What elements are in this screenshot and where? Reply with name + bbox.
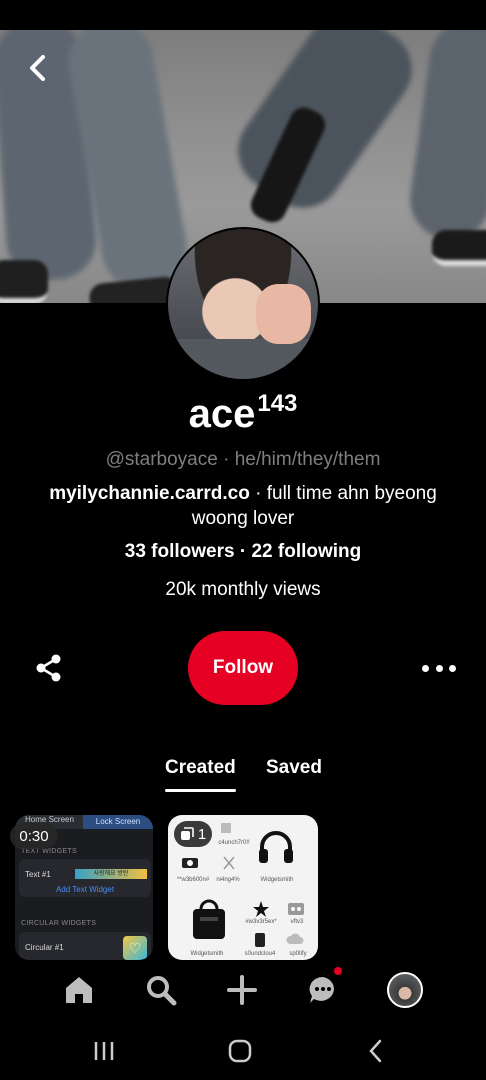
share-icon [36, 654, 61, 682]
home-icon [66, 977, 92, 1003]
plus-icon [227, 975, 257, 1005]
pin-row-label-2: Circular #1 [25, 943, 64, 952]
nav-home[interactable] [59, 970, 99, 1010]
nav-create[interactable] [222, 970, 262, 1010]
pin-header-right: Lock Screen [83, 815, 153, 829]
star-icon [253, 901, 269, 917]
profile-bio: myilychannie.carrd.co · full time ahn by… [30, 481, 456, 531]
cloud-icon [286, 933, 304, 944]
chevron-left-icon [369, 1039, 382, 1063]
cassette-icon [288, 903, 304, 915]
profile-avatar-small [387, 972, 423, 1008]
profile-name: ace143 [0, 390, 486, 437]
tab-created[interactable]: Created [165, 757, 236, 779]
pin-icon-label: #w3v3r5ex* [245, 919, 277, 925]
pin-icon-label: Widgetsmith [260, 877, 294, 883]
pin-row-bar: 사랑해요 방탄 [75, 869, 147, 879]
heart-icon: ♡ [123, 936, 147, 960]
pin-add-label: Add Text Widget [55, 885, 115, 894]
pin-icon-label: sp0tify [289, 951, 307, 957]
pin-icon-label: ni4ng4% [216, 877, 240, 883]
handbag-icon [193, 899, 225, 939]
followers-count[interactable]: 33 followers [125, 541, 235, 562]
system-back-button[interactable] [360, 1036, 392, 1066]
multi-image-icon [180, 827, 194, 840]
pin-row-label: Text #1 [25, 870, 51, 879]
video-duration-badge: 0:30 [10, 823, 58, 849]
follow-stats: 33 followers · 22 following [0, 541, 486, 563]
messages-icon [309, 976, 334, 1003]
monthly-views: 20k monthly views [165, 579, 321, 600]
back-arrow-icon [30, 55, 45, 81]
system-navigation-bar [0, 1022, 486, 1080]
follow-button[interactable]: Follow [188, 631, 298, 705]
active-tab-indicator [165, 789, 236, 792]
profile-avatar [166, 227, 320, 381]
headphones-icon [259, 831, 293, 863]
pronouns-text: he/him/they/them [234, 449, 381, 470]
camera-icon [182, 858, 198, 868]
pin-widget-row: Text #1 사랑해요 방탄 Add Text Widget [19, 859, 151, 897]
status-bar [0, 0, 486, 30]
pin-count-text: 1 [197, 825, 207, 843]
share-button[interactable] [34, 653, 64, 683]
phone-icon [255, 933, 265, 947]
scissors-icon [223, 856, 235, 870]
pin-section-label-2: CIRCULAR WIDGETS [21, 920, 97, 927]
home-button[interactable] [224, 1036, 256, 1066]
recents-icon [94, 1042, 114, 1060]
pin-icon-label: c4unch7r0!! [218, 840, 250, 846]
recents-button[interactable] [88, 1036, 120, 1066]
profile-handle: @starboyace · he/him/they/them [0, 449, 486, 471]
more-options-button[interactable] [422, 658, 456, 678]
pin-icon-label: Widgetsmith [190, 951, 224, 957]
pin-section-label: TEXT WIDGETS [21, 848, 77, 855]
home-circle-icon [228, 1039, 252, 1063]
nav-messages[interactable] [303, 970, 343, 1010]
bio-link[interactable]: myilychannie.carrd.co [49, 483, 250, 504]
stats-separator: · [234, 541, 252, 562]
handle-separator: · [217, 449, 235, 470]
search-icon [147, 976, 177, 1006]
notification-dot [334, 967, 342, 975]
nav-profile[interactable] [385, 970, 425, 1010]
profile-name-text: ace [188, 392, 256, 436]
following-count[interactable]: 22 following [251, 541, 361, 562]
nav-search[interactable] [141, 970, 181, 1010]
bag-icon [221, 823, 231, 833]
more-options-icon [422, 664, 429, 672]
profile-name-superscript: 143 [257, 390, 298, 417]
pin-widget-row-2: Circular #1 ♡ [19, 932, 151, 960]
back-button[interactable] [20, 50, 56, 86]
tab-saved[interactable]: Saved [266, 757, 322, 779]
bottom-navigation [0, 960, 486, 1022]
handle-text: @starboyace [105, 449, 218, 470]
pin-count-badge: 1 [174, 821, 212, 847]
pin-icon-label: s0undclou4 [244, 951, 276, 957]
pin-icon-label: vftv3 [290, 919, 304, 925]
